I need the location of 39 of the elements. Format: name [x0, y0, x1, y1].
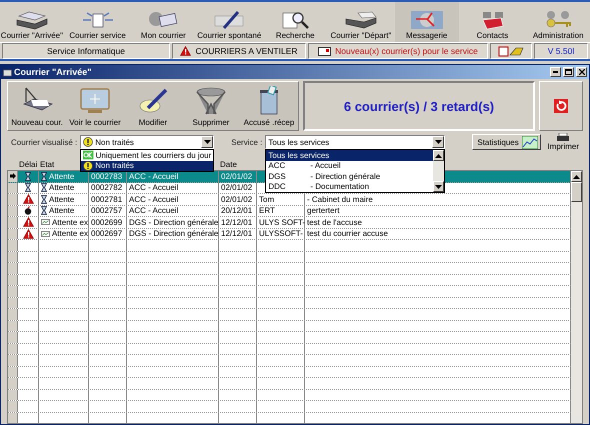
new-mail-text: Nouveau(x) courrier(s) pour le service — [335, 46, 478, 56]
table-cell: 0002757 — [89, 206, 127, 216]
column-header: Etat — [39, 160, 56, 169]
version-label: V 5.50l — [534, 43, 588, 59]
table-cell: ACC - Accueil — [127, 182, 219, 193]
table-cell: ACC - Accueil — [127, 206, 219, 216]
table-cell: 0002781 — [89, 194, 127, 204]
table-cell: ERT — [257, 206, 305, 216]
filter-label: Courrier visualisé : — [11, 138, 78, 146]
column-header: Délai — [18, 160, 38, 169]
service-label: Service Informatique — [2, 43, 170, 59]
state-cell: Attente ex — [39, 228, 89, 239]
table-cell: 02/01/02 — [219, 194, 257, 204]
state-cell: Attente — [39, 171, 89, 182]
table-cell: 12/12/01 — [219, 228, 257, 239]
table-cell: 20/12/01 — [219, 206, 257, 216]
state-cell: Attente — [39, 194, 89, 204]
table-cell: ACC - Accueil — [127, 194, 219, 204]
table-cell: DGS - Direction générale — [127, 228, 219, 239]
column-header: Date — [219, 160, 238, 169]
table-cell: 0002697 — [89, 228, 127, 239]
table-cell: DGS - Direction générale — [127, 217, 219, 228]
table-cell: ULYS SOFT- — [257, 217, 305, 228]
table-cell: ULYSSOFT- — [257, 228, 305, 239]
table-cell: Tom — [257, 194, 305, 204]
state-cell: Attente — [39, 206, 89, 216]
table-cell: ACC - Accueil — [127, 171, 219, 182]
table-cell: 02/01/02 — [219, 182, 257, 193]
state-cell: Attente — [39, 182, 89, 193]
window-title: Courrier "Arrivée" — [14, 67, 93, 77]
alert-text: COURRIERS A VENTILER — [195, 46, 298, 56]
table-cell: 12/12/01 — [219, 217, 257, 228]
summary-text: 6 courrier(s) / 3 retard(s) — [303, 81, 535, 131]
state-cell: Attente ex — [39, 217, 89, 228]
service-label: Service : — [231, 138, 262, 146]
table-cell: 02/01/02 — [219, 171, 257, 182]
table-cell: 0002782 — [89, 182, 127, 193]
table-cell: 0002699 — [89, 217, 127, 228]
table-cell: 0002783 — [89, 171, 127, 182]
